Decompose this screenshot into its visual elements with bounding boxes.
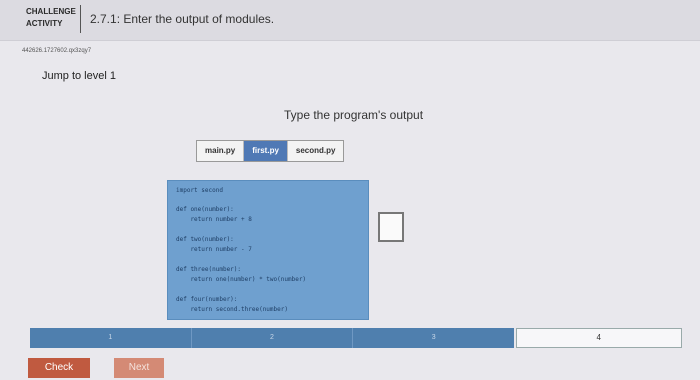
code-line: return second.three(number) [176,306,288,313]
activity-id: 442626.1727602.qx3zqy7 [22,48,92,54]
level-segment[interactable]: 3 [352,328,514,348]
code-line: return number - 7 [176,246,252,253]
badge-line-1: CHALLENGE [26,7,76,16]
code-line: def two(number): [176,236,234,243]
tab-main-py[interactable]: main.py [197,141,245,161]
tab-first-py[interactable]: first.py [244,141,288,161]
badge-line-2: ACTIVITY [26,19,63,28]
code-line: def four(number): [176,296,238,303]
answer-input[interactable] [378,212,404,242]
code-line: return one(number) * two(number) [176,276,307,283]
code-line: def three(number): [176,266,242,273]
code-line: return number + 8 [176,216,252,223]
current-level-indicator[interactable]: 4 [516,328,682,348]
challenge-activity-badge: CHALLENGE ACTIVITY [26,6,76,30]
check-button[interactable]: Check [28,358,90,378]
next-button[interactable]: Next [114,358,164,378]
jump-to-level-link[interactable]: Jump to level 1 [42,70,116,82]
activity-header: CHALLENGE ACTIVITY 2.7.1: Enter the outp… [0,0,700,41]
header-divider [80,5,81,33]
prompt-text: Type the program's output [284,108,424,122]
code-panel: import second def one(number): return nu… [167,180,369,320]
activity-title: 2.7.1: Enter the output of modules. [90,12,275,26]
level-segment[interactable]: 2 [190,328,353,348]
code-line: def one(number): [176,206,234,213]
code-line: import second [176,187,223,194]
level-progress-bar: 1 2 3 [30,328,514,348]
file-tabs: main.py first.py second.py [196,140,345,162]
level-segment[interactable]: 1 [30,328,191,348]
tab-second-py[interactable]: second.py [288,141,344,161]
